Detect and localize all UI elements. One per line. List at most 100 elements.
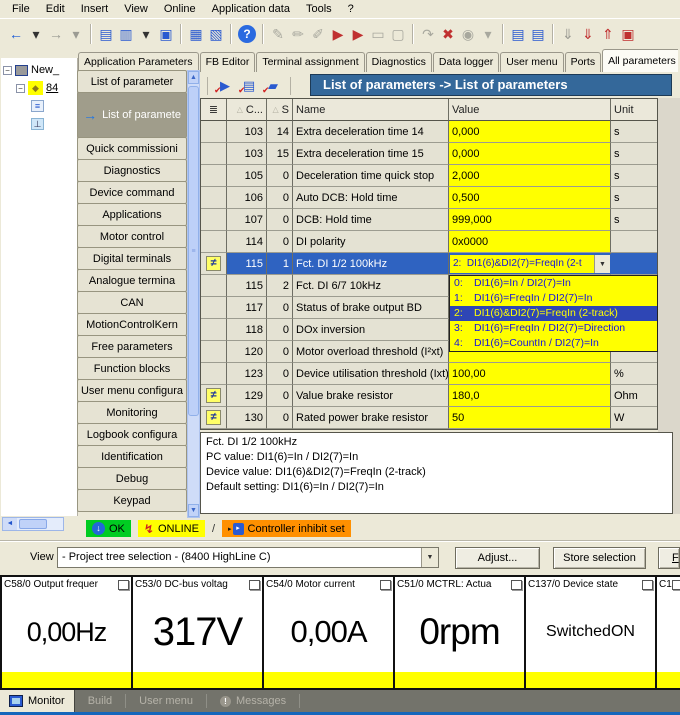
toolbar-button[interactable]: ▣ [618,23,638,45]
device-label[interactable]: 84 [46,82,58,94]
scrollbar-thumb[interactable]: ≡ [188,86,199,416]
menu-item[interactable]: View [116,1,156,17]
menu-item[interactable]: Tools [298,1,340,17]
sidebar-scrollbar[interactable]: ▲ ≡ ▼ [187,70,200,518]
maximize-icon[interactable] [249,580,260,590]
sidebar-item[interactable]: → Device command [77,181,187,204]
value-combobox[interactable]: 2: DI1(6)&DI2(7)=FreqIn (2-t ▼ [449,254,611,274]
table-row[interactable]: ≠ 107 0 DCB: Hold time 999,000 s [201,209,657,231]
table-row[interactable]: ≠ 103 15 Extra deceleration time 15 0,00… [201,143,657,165]
dropdown-option[interactable]: 4: DI1(6)=CountIn / DI2(7)=In [450,336,657,351]
value-cell[interactable]: 50 [449,407,611,429]
sidebar-item[interactable]: → Keypad [77,489,187,512]
tree-node-list[interactable]: ≡ [3,97,77,115]
accept-button[interactable]: ▰ ✔ [261,76,285,96]
sidebar-item[interactable]: → List of parameter [77,70,187,93]
sidebar-item[interactable]: → Quick commissioni [77,137,187,160]
workspace-tab[interactable]: Ports [565,52,602,72]
menu-item[interactable]: Online [156,1,204,17]
menu-item[interactable]: ? [340,1,362,17]
toolbar-button[interactable]: ▧ [206,23,226,45]
table-row[interactable]: ≠ 105 0 Deceleration time quick stop 2,0… [201,165,657,187]
workspace-tab[interactable]: Diagnostics [366,52,432,72]
toolbar-button[interactable]: ⇑ [598,23,618,45]
table-row[interactable]: ≠ 130 0 Rated power brake resistor 50 W [201,407,657,429]
store-selection-button[interactable]: Store selection [553,547,646,569]
sidebar-item[interactable]: → User menu configura [77,379,187,402]
menu-item[interactable]: Edit [38,1,73,17]
accept-button[interactable]: ▶ ✔ [213,76,237,96]
view-selector-combobox[interactable]: - Project tree selection - (8400 HighLin… [57,547,439,568]
workspace-tab[interactable]: Terminal assignment [256,52,364,72]
value-cell[interactable]: 999,000 [449,209,611,231]
sidebar-item[interactable]: → CAN [77,291,187,314]
maximize-icon[interactable] [380,580,391,590]
table-row[interactable]: ≠ 106 0 Auto DCB: Hold time 0,500 s [201,187,657,209]
toolbar-button[interactable]: ? [238,25,256,43]
tree-horizontal-scrollbar[interactable]: ◄ [2,517,64,531]
toolbar-button[interactable]: ✖ [438,23,458,45]
tab-build[interactable]: Build [75,695,125,707]
toolbar-button[interactable]: ▢ [388,23,408,45]
menu-item[interactable]: Application data [204,1,298,17]
toolbar-button[interactable] [552,24,554,44]
toolbar-button[interactable]: ▤ [508,23,528,45]
table-row[interactable]: ≠ 114 0 DI polarity 0x0000 [201,231,657,253]
sidebar-item[interactable]: → Digital terminals [77,247,187,270]
tree-node-terminal[interactable]: ⊥ [3,115,77,133]
toolbar-button[interactable] [262,24,264,44]
chevron-down-icon[interactable]: ▼ [421,548,438,567]
dropdown-option[interactable]: 3: DI1(6)=FreqIn / DI2(7)=Direction [450,321,657,336]
name-column-header[interactable]: Name [293,99,449,121]
toolbar-button[interactable]: ▤ [96,23,116,45]
toolbar-button[interactable]: ✎ [268,23,288,45]
toolbar-button[interactable]: → [46,23,66,45]
workspace-tab[interactable]: All parameters [602,49,678,72]
toolbar-button[interactable] [230,24,232,44]
workspace-tab[interactable]: FB Editor [200,52,256,72]
table-row[interactable]: ≠ 123 0 Device utilisation threshold (Ix… [201,363,657,385]
toolbar-button[interactable] [412,24,414,44]
tab-messages[interactable]: ! Messages [207,695,299,707]
workspace-tab[interactable]: User menu [500,52,563,72]
toolbar-button[interactable]: ▾ [26,23,46,45]
code-column-header[interactable]: △C... [227,99,267,121]
toolbar-button[interactable]: ▾ [136,23,156,45]
sidebar-item[interactable]: → Logbook configura [77,423,187,446]
sidebar-item[interactable]: → Diagnostics [77,159,187,182]
sidebar-item[interactable]: → Applications [77,203,187,226]
sidebar-item[interactable]: → Debug [77,467,187,490]
toolbar-button[interactable]: ← [6,23,26,45]
sidebar-item[interactable]: → List of paramete [77,92,187,138]
value-cell[interactable]: 0,000 [449,121,611,143]
menu-item[interactable]: Insert [73,1,117,17]
menu-item[interactable]: File [4,1,38,17]
toolbar-button[interactable]: ▤ [528,23,548,45]
chevron-down-icon[interactable]: ▼ [594,255,610,273]
collapse-icon[interactable]: − [16,84,25,93]
toolbar-button[interactable]: ▾ [478,23,498,45]
toolbar-button[interactable]: ⇓ [558,23,578,45]
accept-button[interactable]: ▤ ✔ [237,76,261,96]
table-row[interactable]: ≠ 103 14 Extra deceleration time 14 0,00… [201,121,657,143]
toolbar-button[interactable]: ▶ [328,23,348,45]
sidebar-item[interactable]: → Motor control [77,225,187,248]
toolbar-button[interactable]: ▥ [116,23,136,45]
sidebar-item[interactable]: → MotionControlKern [77,313,187,336]
tab-user-menu[interactable]: User menu [126,695,206,707]
maximize-icon[interactable] [672,580,680,590]
maximize-icon[interactable] [511,580,522,590]
toolbar-button[interactable]: ↷ [418,23,438,45]
sidebar-item[interactable]: → Identification [77,445,187,468]
value-cell[interactable]: 180,0 [449,385,611,407]
unit-column-header[interactable]: Unit [611,99,657,121]
toolbar-button[interactable]: ▭ [368,23,388,45]
toolbar-button[interactable]: ▦ [186,23,206,45]
maximize-icon[interactable] [642,580,653,590]
toolbar-button[interactable]: ▣ [156,23,176,45]
flag-column-header[interactable]: ≣ [201,99,227,121]
tab-monitor[interactable]: Monitor [0,690,75,712]
collapse-icon[interactable]: − [3,66,12,75]
tree-node-device[interactable]: − ◆ 84 [3,79,77,97]
toolbar-button[interactable] [180,24,182,44]
